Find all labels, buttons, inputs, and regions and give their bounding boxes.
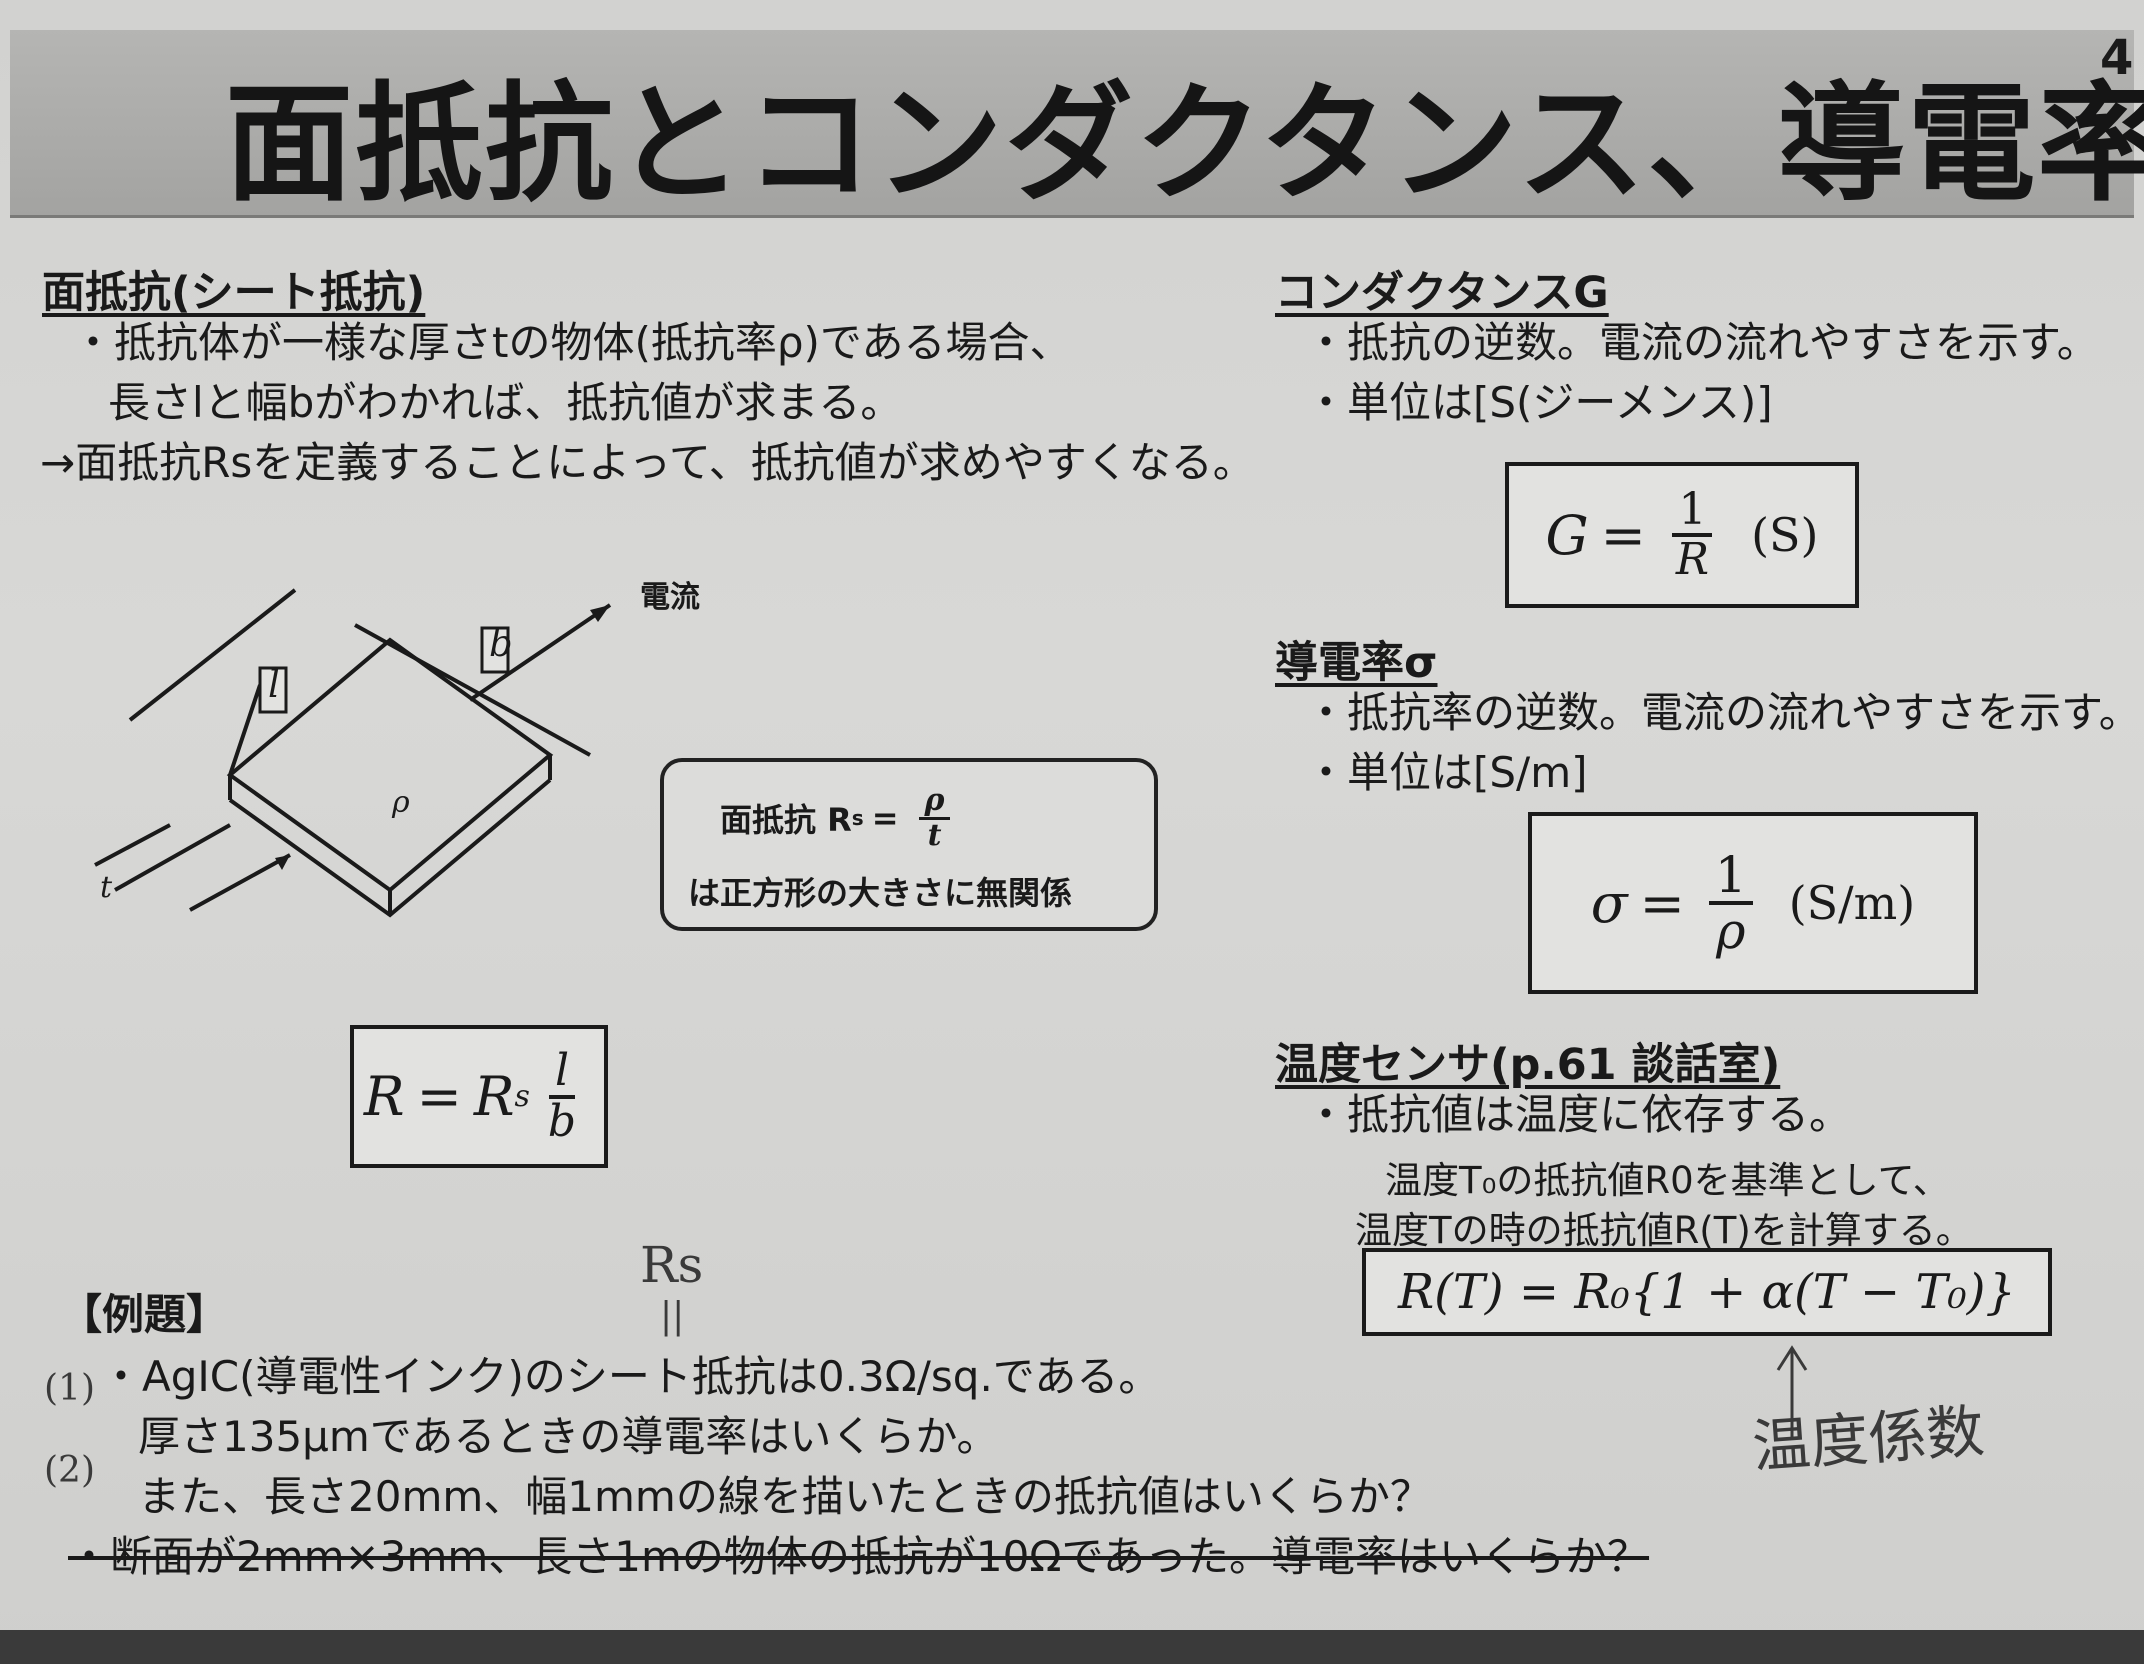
bottom-strip [0,1630,2144,1664]
note-line-2: は正方形の大きさに無関係 [688,874,1073,912]
example-question-1: ・AgIC(導電性インク)のシート抵抗は0.3Ω/sq.である。 [100,1352,1161,1401]
conductivity-formula-eq: = [1639,871,1685,935]
example-heading: 【例題】 [60,1290,229,1339]
conductivity-formula-num: 1 [1708,848,1753,905]
note-formula-prefix: 面抵抗 R [720,801,852,839]
rho-label: ρ [392,785,410,820]
temperature-sensor-line-2: 温度T₀の抵抗値R0を基準として、 [1385,1159,1950,1202]
handwritten-equal: || [660,1296,685,1337]
note-formula: 面抵抗 R s = ρ t [720,785,962,851]
note-formula-eq: = [871,799,899,837]
formula-r: R [363,1065,405,1128]
conductance-line-2: ・単位は[S(ジーメンス)] [1305,378,1773,427]
sheet-resistance-line-2: 長さlと幅bがわかれば、抵抗値が求まる。 [108,378,903,427]
handwritten-mark-2: (2) [44,1450,95,1491]
t-label: t [100,870,113,905]
handwritten-temperature-coefficient: 温度係数 [1750,1396,1987,1481]
conductance-formula-g: G [1545,503,1589,567]
temperature-formula: R(T) = R₀{1 + α(T − T₀)} [1398,1264,2016,1320]
formula-den: b [547,1095,577,1147]
temperature-formula-box: R(T) = R₀{1 + α(T − T₀)} [1362,1248,2052,1336]
note-formula-num: ρ [918,785,951,820]
arrow-head [590,605,610,622]
conductivity-formula-den: ρ [1716,902,1746,960]
temperature-sensor-heading: 温度センサ(p.61 談話室) [1275,1040,1781,1090]
note-formula-sub: s [851,806,864,830]
handwritten-mark-1: (1) [44,1368,95,1409]
formula-eq: = [416,1065,462,1128]
formula-rs-sub: s [514,1079,530,1114]
note-formula-den: t [927,817,942,853]
conductivity-heading: 導電率σ [1275,638,1438,688]
sheet-slab-diagram [94,588,612,918]
slide-page: 面抵抗とコンダクタンス、導電率 4 面抵抗(シート抵抗) ・抵抗体が一様な厚さt… [0,0,2144,1664]
conductivity-formula-unit: (S/m) [1788,876,1916,930]
conductance-formula-box: G = 1 R (S) [1505,462,1859,608]
example-question-1b: 厚さ135μmであるときの導電率はいくらか。 [138,1412,999,1461]
conductance-formula-num: 1 [1672,486,1713,537]
conductance-formula-den: R [1675,534,1710,585]
current-label: 電流 [640,580,700,615]
temperature-sensor-line-1: ・抵抗値は温度に依存する。 [1305,1090,1852,1139]
conductivity-line-2: ・単位は[S/m] [1305,748,1588,797]
example-question-2: また、長さ20mm、幅1mmの線を描いたときの抵抗値はいくらか？ [138,1472,1432,1521]
conductance-formula-unit: (S) [1751,508,1819,562]
conductance-heading: コンダクタンスG [1275,268,1609,318]
page-number: 4 [2100,30,2134,86]
l-label: l [268,663,280,706]
conductance-formula-eq: = [1600,503,1646,567]
sheet-resistance-formula-box: R = R s l b [350,1025,608,1168]
sheet-resistance-line-3: →面抵抗Rsを定義することによって、抵抗値が求めやすくなる。 [40,438,1255,487]
formula-rs: R [473,1065,515,1128]
example-question-3-struck: ・断面が2mm×3mm、長さ1mの物体の抵抗が10Ωであった。導電率はいくらか？ [68,1532,1650,1581]
conductivity-formula-box: σ = 1 ρ (S/m) [1528,812,1978,994]
formula-num: l [548,1048,576,1099]
sheet-resistance-line-1: ・抵抗体が一様な厚さtの物体(抵抗率ρ)である場合、 [72,318,1072,367]
sheet-resistance-heading: 面抵抗(シート抵抗) [42,268,426,318]
page-title: 面抵抗とコンダクタンス、導電率 [225,70,2144,219]
b-label: b [489,622,513,665]
current-inlet-arrow [189,853,291,912]
conductance-line-1: ・抵抗の逆数。電流の流れやすさを示す。 [1305,318,2099,367]
temperature-sensor-line-3: 温度Tの時の抵抗値R(T)を計算する。 [1355,1209,1973,1252]
handwritten-rs: Rs [640,1236,704,1294]
conductivity-line-1: ・抵抗率の逆数。電流の流れやすさを示す。 [1305,688,2141,737]
conductivity-formula-sigma: σ [1590,871,1628,935]
